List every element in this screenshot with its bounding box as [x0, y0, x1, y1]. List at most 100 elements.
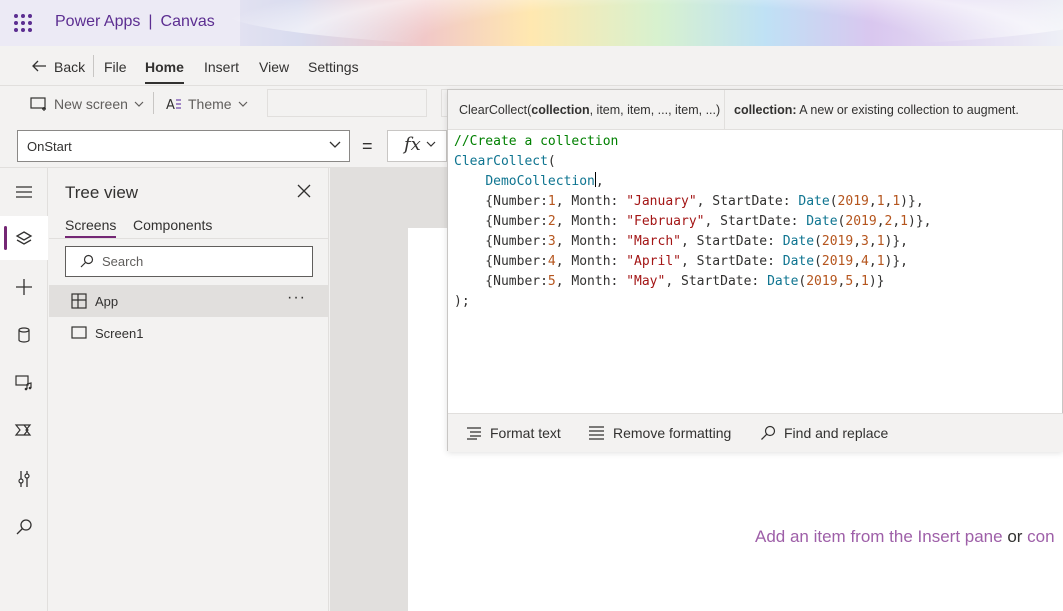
tree-item-label: Screen1	[95, 326, 144, 341]
code-number: 2019	[806, 274, 838, 289]
code-number: 1	[876, 194, 885, 209]
toolbar-divider	[153, 92, 154, 114]
new-screen-button[interactable]: New screen	[30, 96, 144, 112]
tree-item-app[interactable]: App ···	[49, 285, 329, 317]
app-type: Canvas	[160, 13, 215, 30]
power-automate-icon[interactable]	[14, 420, 34, 440]
new-screen-label: New screen	[54, 96, 128, 112]
code-punct: )}	[868, 274, 885, 289]
tab-divider	[49, 238, 329, 239]
tree-view-icon[interactable]	[14, 229, 34, 249]
menu-view[interactable]: View	[259, 59, 289, 75]
format-text-button[interactable]: Format text	[466, 425, 561, 441]
tree-search-input[interactable]: Search	[65, 246, 313, 277]
tree-item-label: App	[95, 294, 119, 309]
search-placeholder: Search	[102, 254, 144, 269]
chevron-down-icon	[238, 101, 248, 107]
tab-screens[interactable]: Screens	[65, 217, 117, 238]
signature-help: ClearCollect(collection, item, item, ...…	[448, 90, 1063, 130]
code-number: 3	[547, 234, 556, 249]
header-decoration	[220, 0, 1063, 46]
text-caret	[594, 172, 596, 187]
editor-footer: Format text Remove formatting Find and r…	[448, 413, 1063, 452]
chevron-down-icon	[134, 101, 144, 107]
back-arrow-icon[interactable]	[30, 57, 48, 75]
fx-button[interactable]: fx	[387, 130, 447, 162]
menu-file[interactable]: File	[104, 59, 127, 75]
code-punct: )},	[884, 234, 908, 249]
advanced-tools-icon[interactable]	[14, 469, 34, 489]
insert-plus-icon[interactable]	[14, 277, 34, 297]
media-icon[interactable]	[14, 373, 34, 393]
brand-separator: |	[148, 13, 153, 30]
data-cylinder-icon[interactable]	[14, 325, 34, 345]
hint-or: or	[1002, 527, 1028, 546]
screen-icon	[71, 326, 87, 339]
app-name: Power Apps	[55, 13, 141, 30]
format-text-icon	[467, 427, 481, 440]
canvas-hint: Add an item from the Insert pane or con	[755, 527, 1063, 547]
code-number: 3	[861, 234, 869, 249]
menu-insert[interactable]: Insert	[204, 59, 239, 75]
find-and-replace-button[interactable]: Find and replace	[760, 425, 888, 441]
menu-home[interactable]: Home	[145, 59, 184, 84]
app-header: Power Apps | Canvas	[0, 0, 1063, 46]
code-number: 4	[547, 254, 556, 269]
svg-text:A: A	[166, 98, 175, 112]
back-button[interactable]: Back	[54, 59, 85, 75]
close-icon[interactable]	[297, 184, 311, 198]
remove-formatting-icon	[589, 426, 604, 440]
code-number: 1	[547, 194, 556, 209]
tree-item-screen1[interactable]: Screen1	[49, 317, 329, 349]
hint-insert-link[interactable]: Add an item from the Insert pane	[755, 527, 1003, 546]
menu-divider	[93, 55, 94, 77]
code-function: ClearCollect	[454, 154, 548, 169]
remove-formatting-button[interactable]: Remove formatting	[588, 425, 731, 441]
font-dropdown[interactable]	[267, 89, 427, 117]
signature-function: ClearCollect(	[459, 103, 532, 117]
code-number: 2019	[837, 194, 869, 209]
more-options-icon[interactable]: ···	[287, 289, 306, 307]
code-number: 5	[547, 274, 556, 289]
code-number: 2019	[821, 254, 854, 269]
tree-view-title: Tree view	[65, 183, 139, 202]
search-icon[interactable]	[14, 517, 34, 537]
code-number: 4	[861, 254, 869, 269]
property-value: OnStart	[27, 139, 72, 154]
hamburger-menu-icon[interactable]	[14, 182, 34, 202]
property-dropdown[interactable]: OnStart	[17, 130, 350, 162]
fx-icon: fx	[404, 134, 421, 155]
code-punct: )},	[900, 194, 924, 209]
find-and-replace-label: Find and replace	[784, 425, 889, 441]
code-number: 2	[547, 214, 556, 229]
code-string: "March"	[626, 234, 681, 249]
theme-icon: A	[166, 98, 181, 112]
parameter-description: collection: A new or existing collection…	[734, 103, 1019, 117]
app-launcher-icon[interactable]	[14, 14, 32, 32]
chevron-down-icon	[426, 141, 436, 147]
formula-editor[interactable]: ClearCollect(collection, item, item, ...…	[447, 89, 1063, 452]
hint-connect-link[interactable]: con	[1027, 527, 1054, 546]
code-punct: )},	[908, 214, 932, 229]
equals-sign: =	[362, 136, 373, 156]
param-desc-text: A new or existing collection to augment.	[796, 103, 1019, 117]
code-number: 1	[876, 234, 885, 249]
menu-settings[interactable]: Settings	[308, 59, 359, 75]
code-number: 1	[876, 254, 885, 269]
tab-components[interactable]: Components	[133, 217, 212, 233]
code-number: 2019	[821, 234, 854, 249]
code-number: 1	[900, 214, 908, 229]
code-punct: )},	[884, 254, 908, 269]
param-desc-label: collection:	[734, 103, 797, 117]
app-icon	[71, 293, 87, 309]
code-number: 5	[845, 274, 854, 289]
new-screen-icon	[30, 97, 46, 111]
theme-button[interactable]: A Theme	[166, 96, 248, 112]
function-signature: ClearCollect(collection, item, item, ...…	[459, 103, 720, 117]
code-string: "April"	[626, 254, 681, 269]
signature-params: , item, item, ..., item, ...)	[589, 103, 721, 117]
signature-divider	[724, 90, 725, 130]
formula-code[interactable]: //Create a collection ClearCollect( Demo…	[454, 132, 931, 312]
signature-active-param: collection	[531, 103, 590, 117]
theme-label: Theme	[188, 96, 232, 112]
